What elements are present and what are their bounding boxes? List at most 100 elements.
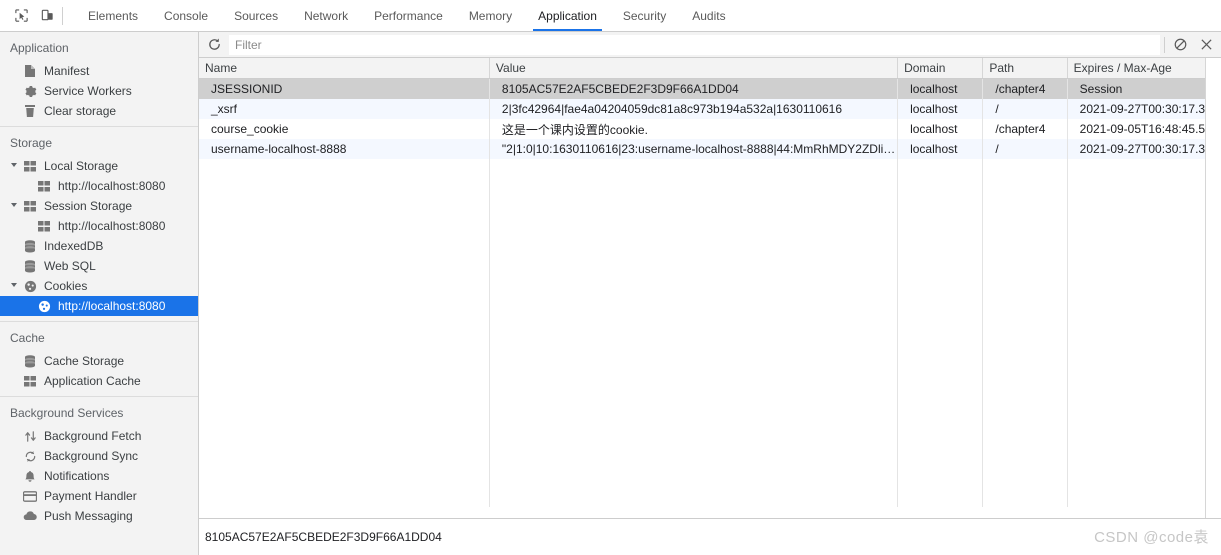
- refresh-icon[interactable]: [201, 33, 227, 57]
- clear-all-cookies-icon[interactable]: [1167, 33, 1193, 57]
- inspect-element-icon[interactable]: [8, 4, 34, 28]
- tab-application[interactable]: Application: [525, 0, 610, 31]
- sidebar-section-title-storage: Storage: [0, 127, 198, 156]
- sidebar-item-session-storage[interactable]: Session Storage: [0, 196, 198, 216]
- sidebar-item-local-storage-origin[interactable]: http://localhost:8080: [0, 176, 198, 196]
- cell-expires: 2021-09-27T00:30:17.344Z: [1067, 139, 1220, 159]
- cell-name: username-localhost-8888: [199, 139, 489, 159]
- chevron-down-icon[interactable]: [11, 283, 17, 287]
- cell-path: /: [983, 99, 1067, 119]
- sidebar-item-label: Notifications: [44, 469, 109, 483]
- column-header-value[interactable]: Value: [489, 58, 897, 79]
- sidebar-item-clear-storage[interactable]: Clear storage: [0, 101, 198, 121]
- sidebar-item-clear-storage-wrap: Clear storage: [0, 101, 198, 121]
- column-header-expires[interactable]: Expires / Max-Age: [1067, 58, 1220, 79]
- sidebar-item-local-storage-origin-wrap: http://localhost:8080: [0, 176, 198, 196]
- tab-performance[interactable]: Performance: [361, 0, 456, 31]
- search-input[interactable]: [229, 35, 1160, 55]
- tab-network[interactable]: Network: [291, 0, 361, 31]
- table-filler-row: [199, 159, 1221, 507]
- sidebar-item-background-fetch-wrap: Background Fetch: [0, 426, 198, 446]
- sidebar-item-web-sql[interactable]: Web SQL: [0, 256, 198, 276]
- cookie-value-preview-text: 8105AC57E2AF5CBEDE2F3D9F66A1DD04: [205, 530, 442, 544]
- sidebar-item-cache-storage-wrap: Cache Storage: [0, 351, 198, 371]
- tab-audits[interactable]: Audits: [679, 0, 738, 31]
- sidebar-item-notifications[interactable]: Notifications: [0, 466, 198, 486]
- sidebar-item-local-storage-wrap: Local Storage: [0, 156, 198, 176]
- sidebar-item-payment-handler-wrap: Payment Handler: [0, 486, 198, 506]
- sidebar-item-cookies-origin[interactable]: http://localhost:8080: [0, 296, 198, 316]
- sidebar-item-service-workers[interactable]: Service Workers: [0, 81, 198, 101]
- sidebar-item-payment-handler[interactable]: Payment Handler: [0, 486, 198, 506]
- table-row[interactable]: _xsrf 2|3fc42964|fae4a04204059dc81a8c973…: [199, 99, 1221, 119]
- column-header-domain[interactable]: Domain: [898, 58, 983, 79]
- tab-elements[interactable]: Elements: [75, 0, 151, 31]
- cell-path: /chapter4: [983, 79, 1067, 100]
- sidebar-item-cookies[interactable]: Cookies: [0, 276, 198, 296]
- tab-sources[interactable]: Sources: [221, 0, 291, 31]
- sidebar-item-label: Payment Handler: [44, 489, 137, 503]
- tab-memory[interactable]: Memory: [456, 0, 525, 31]
- tab-security[interactable]: Security: [610, 0, 679, 31]
- sidebar-item-application-cache[interactable]: Application Cache: [0, 371, 198, 391]
- application-sidebar: Application Manifest: [0, 32, 199, 555]
- sidebar-item-cookies-wrap: Cookies: [0, 276, 198, 296]
- table-vertical-scrollbar[interactable]: [1205, 58, 1221, 518]
- sidebar-item-cache-storage[interactable]: Cache Storage: [0, 351, 198, 371]
- sidebar-section-title-background-services: Background Services: [0, 397, 198, 426]
- sidebar-item-label: Cookies: [44, 279, 87, 293]
- sidebar-item-notifications-wrap: Notifications: [0, 466, 198, 486]
- chevron-down-icon[interactable]: [11, 203, 17, 207]
- sidebar-item-local-storage[interactable]: Local Storage: [0, 156, 198, 176]
- sidebar-item-background-fetch[interactable]: Background Fetch: [0, 426, 198, 446]
- sync-icon: [22, 448, 38, 464]
- sidebar-item-label: Cache Storage: [44, 354, 124, 368]
- cell-domain: localhost: [898, 79, 983, 100]
- chevron-down-icon[interactable]: [11, 163, 17, 167]
- close-icon[interactable]: [1193, 33, 1219, 57]
- table-icon: [22, 158, 38, 174]
- sidebar-item-label: Session Storage: [44, 199, 132, 213]
- cell-domain: localhost: [898, 99, 983, 119]
- sidebar-item-service-workers-wrap: Service Workers: [0, 81, 198, 101]
- sidebar-item-session-storage-wrap: Session Storage: [0, 196, 198, 216]
- cell-name: _xsrf: [199, 99, 489, 119]
- sidebar-item-background-sync-wrap: Background Sync: [0, 446, 198, 466]
- column-header-name[interactable]: Name: [199, 58, 489, 79]
- filterbar-separator: [1164, 37, 1165, 53]
- cookies-panel: Name Value Domain Path Expires / Max-Age…: [199, 32, 1221, 555]
- gear-icon: [22, 83, 38, 99]
- cookies-filter-toolbar: [199, 32, 1221, 58]
- sidebar-item-manifest[interactable]: Manifest: [0, 61, 198, 81]
- tab-console[interactable]: Console: [151, 0, 221, 31]
- table-row[interactable]: course_cookie 这是一个课内设置的cookie. localhost…: [199, 119, 1221, 139]
- sidebar-item-manifest-wrap: Manifest: [0, 61, 198, 81]
- device-toolbar-icon[interactable]: [34, 4, 60, 28]
- sidebar-item-background-sync[interactable]: Background Sync: [0, 446, 198, 466]
- main-body: Application Manifest: [0, 32, 1221, 555]
- table-row[interactable]: JSESSIONID 8105AC57E2AF5CBEDE2F3D9F66A1D…: [199, 79, 1221, 100]
- sidebar-section-title-cache: Cache: [0, 322, 198, 351]
- table-header-row: Name Value Domain Path Expires / Max-Age: [199, 58, 1221, 79]
- credit-card-icon: [22, 488, 38, 504]
- sidebar-item-application-cache-wrap: Application Cache: [0, 371, 198, 391]
- cell-value: 这是一个课内设置的cookie.: [489, 119, 897, 139]
- table-icon: [36, 218, 52, 234]
- sidebar-item-web-sql-wrap: Web SQL: [0, 256, 198, 276]
- sidebar-item-indexeddb-wrap: IndexedDB: [0, 236, 198, 256]
- column-header-path[interactable]: Path: [983, 58, 1067, 79]
- sidebar-item-push-messaging[interactable]: Push Messaging: [0, 506, 198, 526]
- panel-tabs: Elements Console Sources Network Perform…: [75, 0, 739, 31]
- sidebar-item-indexeddb[interactable]: IndexedDB: [0, 236, 198, 256]
- cookies-table-area: Name Value Domain Path Expires / Max-Age…: [199, 58, 1221, 519]
- sidebar-item-session-storage-origin-wrap: http://localhost:8080: [0, 216, 198, 236]
- toolbar-separator: [62, 7, 63, 25]
- sidebar-item-label: Local Storage: [44, 159, 118, 173]
- table-row[interactable]: username-localhost-8888 "2|1:0|10:163011…: [199, 139, 1221, 159]
- sidebar-item-session-storage-origin[interactable]: http://localhost:8080: [0, 216, 198, 236]
- filler-cell: [489, 159, 897, 507]
- sidebar-section-title-application: Application: [0, 32, 198, 61]
- devtools-tabbar: Elements Console Sources Network Perform…: [0, 0, 1221, 32]
- filler-cell: [199, 159, 489, 507]
- filler-cell: [1067, 159, 1220, 507]
